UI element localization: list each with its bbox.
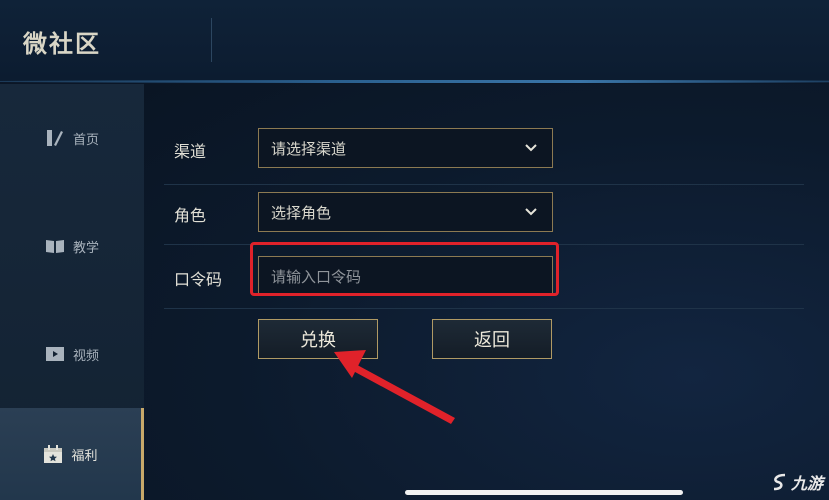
video-play-icon bbox=[45, 347, 64, 361]
sidebar: 首页 教学 视频 福利 bbox=[0, 84, 144, 500]
app-root: 微社区 首页 教学 视频 福利 渠道 请选择渠道 角色 选择角色 口令码 请输入… bbox=[0, 0, 829, 500]
sidebar-item-tutorial[interactable]: 教学 bbox=[0, 192, 144, 300]
channel-select[interactable]: 请选择渠道 bbox=[258, 128, 553, 168]
chevron-down-icon bbox=[525, 208, 537, 216]
header-bar: 微社区 bbox=[0, 0, 829, 83]
header-glow-line bbox=[0, 80, 829, 83]
watermark-logo-icon bbox=[773, 473, 786, 491]
back-button[interactable]: 返回 bbox=[432, 319, 552, 359]
sidebar-item-label: 视频 bbox=[72, 348, 99, 364]
gift-calendar-icon bbox=[44, 445, 63, 463]
book-icon bbox=[45, 240, 64, 253]
code-label: 口令码 bbox=[174, 270, 223, 289]
sidebar-item-home[interactable]: 首页 bbox=[0, 84, 144, 192]
role-select[interactable]: 选择角色 bbox=[258, 192, 553, 232]
channel-select-value: 请选择渠道 bbox=[271, 139, 347, 158]
main-panel: 渠道 请选择渠道 角色 选择角色 口令码 请输入口令码 兑换 返回 bbox=[144, 84, 829, 500]
chevron-down-icon bbox=[525, 144, 537, 152]
redeem-button[interactable]: 兑换 bbox=[258, 319, 378, 359]
sidebar-item-label: 首页 bbox=[72, 132, 99, 148]
header-divider bbox=[211, 18, 212, 62]
pen-icon bbox=[46, 130, 63, 146]
watermark-text: 九游 bbox=[790, 474, 823, 493]
sidebar-item-label: 福利 bbox=[71, 448, 98, 464]
row-divider bbox=[164, 184, 804, 185]
channel-label: 渠道 bbox=[174, 142, 207, 161]
app-title: 微社区 bbox=[23, 30, 101, 58]
row-divider bbox=[164, 308, 804, 309]
home-indicator bbox=[405, 490, 683, 495]
role-label: 角色 bbox=[174, 206, 207, 225]
sidebar-item-label: 教学 bbox=[72, 240, 99, 256]
role-select-value: 选择角色 bbox=[271, 203, 332, 222]
sidebar-item-welfare[interactable]: 福利 bbox=[0, 408, 144, 500]
highlight-annotation-box bbox=[250, 242, 559, 296]
watermark: 九游 bbox=[771, 470, 823, 494]
sidebar-item-video[interactable]: 视频 bbox=[0, 300, 144, 408]
